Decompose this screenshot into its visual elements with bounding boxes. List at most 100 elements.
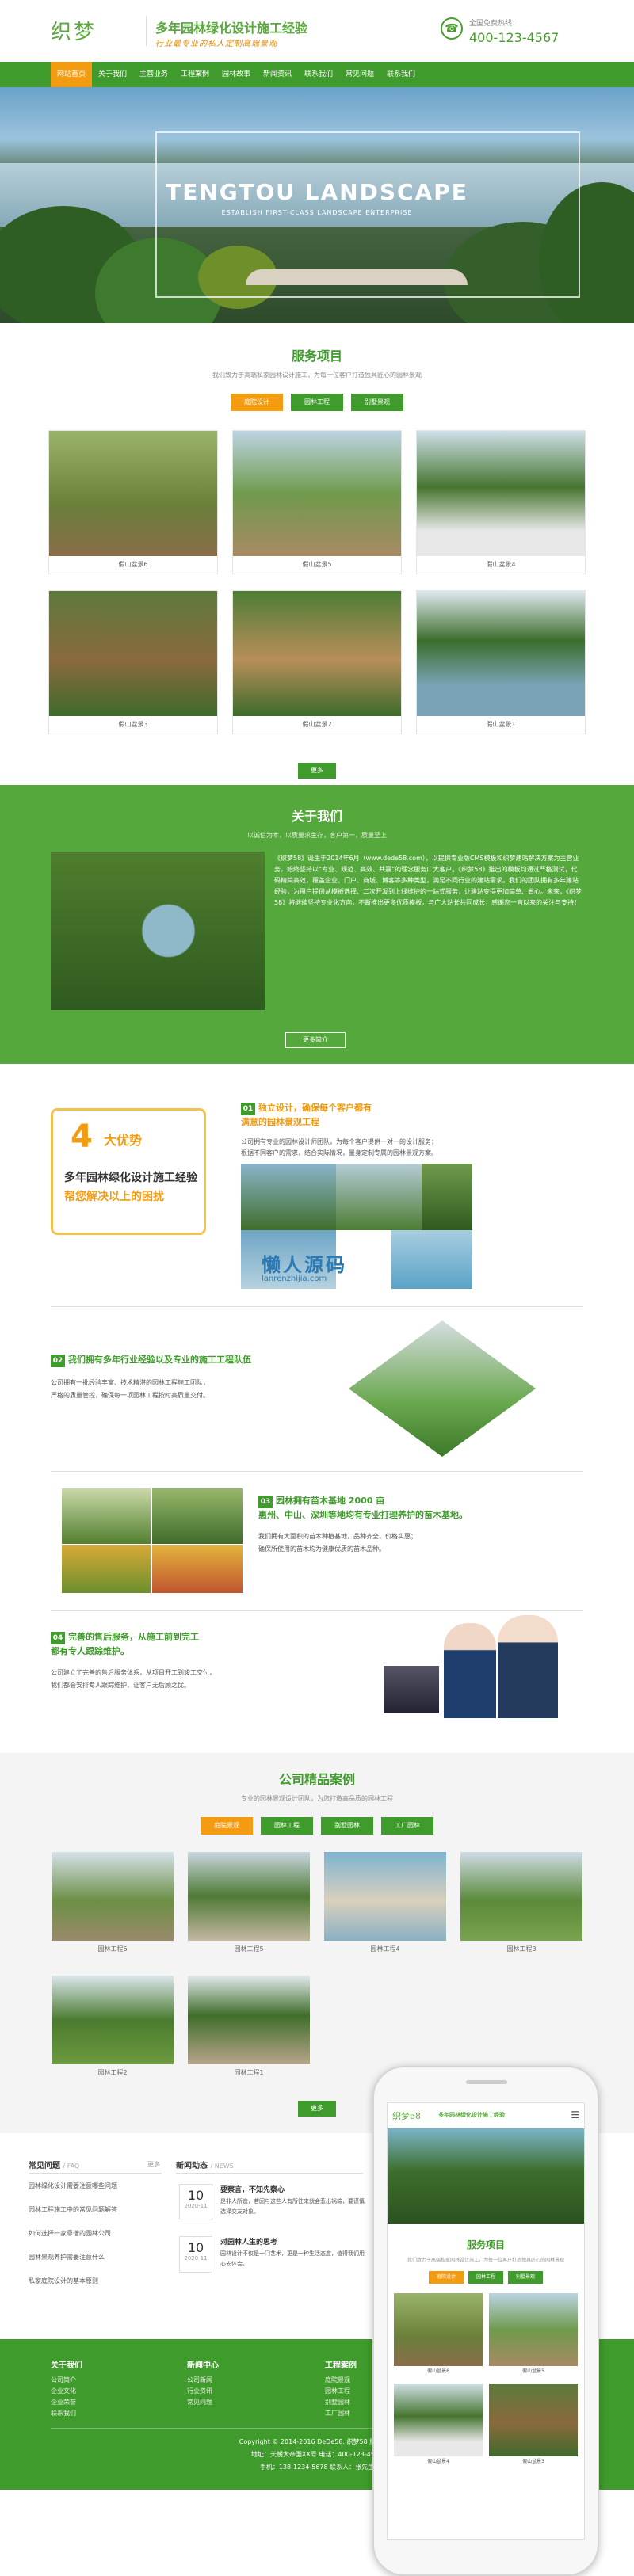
about-title: 关于我们 <box>291 809 342 824</box>
tab-villa-landscape[interactable]: 别墅景观 <box>351 394 403 411</box>
services-more-button[interactable]: 更多 <box>298 763 336 779</box>
footer-link[interactable]: 园林工程 <box>325 2387 350 2395</box>
footer-link[interactable]: 企业文化 <box>51 2387 76 2395</box>
case-caption: 园林工程3 <box>506 1945 537 1953</box>
case-card[interactable]: 园林工程6 <box>52 1852 174 1958</box>
footer-link[interactable]: 公司简介 <box>51 2376 76 2384</box>
advantage-photo <box>336 1164 422 1230</box>
advantage-head: 01 独立设计，确保每个客户都有 <box>241 1102 372 1115</box>
news-date: 10 2020-11 <box>179 2236 212 2273</box>
nav-item-contact-2[interactable]: 联系我们 <box>380 62 422 87</box>
service-image <box>49 591 217 716</box>
mobile-services-title: 服务项目 <box>466 2239 505 2250</box>
service-image <box>233 591 401 716</box>
service-card[interactable]: 假山盆景3 <box>48 590 218 734</box>
menu-icon[interactable]: ☰ <box>571 2109 579 2121</box>
badge-line-2: 帮您解决以上的困扰 <box>64 1191 164 1203</box>
news-headline[interactable]: 要察言，不知先察心 <box>220 2184 285 2194</box>
slogan-sub: 行业最专业的私人定制高端景观 <box>155 40 277 48</box>
advantage-line: 确保所使用的苗木均为健康优质的苗木品种。 <box>258 1545 385 1553</box>
mobile-tab[interactable]: 园林工程 <box>468 2271 503 2284</box>
mobile-card[interactable]: 假山盆景4 <box>394 2384 483 2467</box>
case-caption: 园林工程6 <box>97 1945 128 1953</box>
nav-item-cases[interactable]: 工程案例 <box>174 62 216 87</box>
service-card[interactable]: 假山盆景6 <box>48 430 218 574</box>
cases-desc: 专业的园林景观设计团队，为您打造高品质的园林工程 <box>241 1795 393 1802</box>
footer-link[interactable]: 别墅园林 <box>325 2398 350 2406</box>
mobile-slogan: 多年园林绿化设计施工经验 <box>438 2112 505 2118</box>
case-card[interactable]: 园林工程1 <box>188 1976 310 2082</box>
faq-more-link[interactable]: 更多 <box>147 2160 160 2169</box>
tab-villa[interactable]: 别墅园林 <box>321 1817 373 1835</box>
mobile-card-image <box>394 2384 483 2456</box>
footer-link[interactable]: 庭院景观 <box>325 2376 350 2384</box>
mobile-tab[interactable]: 庭院设计 <box>429 2271 464 2284</box>
nursery-photo <box>152 1488 243 1544</box>
faq-item[interactable]: 如何选择一家靠谱的园林公司 <box>29 2228 162 2239</box>
faq-item[interactable]: 园林景观养护需要注意什么 <box>29 2252 162 2262</box>
faq-item[interactable]: 园林绿化设计需要注意哪些问题 <box>29 2181 162 2191</box>
mobile-tab[interactable]: 别墅景观 <box>508 2271 543 2284</box>
advantage-head: 04 完善的售后服务，从施工前到完工 <box>51 1631 199 1644</box>
case-card[interactable]: 园林工程2 <box>52 1976 174 2082</box>
service-laptop-image <box>384 1666 439 1713</box>
mobile-tabs: 庭院设计 园林工程 别墅景观 <box>388 2271 584 2284</box>
footer-link[interactable]: 常见问题 <box>187 2398 212 2406</box>
mobile-card-caption: 假山盆景6 <box>427 2368 449 2374</box>
mobile-card-caption: 假山盆景5 <box>522 2368 544 2374</box>
cases-grid: 园林工程6 园林工程5 园林工程4 园林工程3 园林工程2 园林工程1 <box>52 1852 582 2082</box>
nav-item-business[interactable]: 主营业务 <box>133 62 174 87</box>
service-card[interactable]: 假山盆景5 <box>232 430 402 574</box>
service-staff-image <box>498 1615 558 1718</box>
service-caption: 假山盆景1 <box>486 721 516 728</box>
nav-item-stories[interactable]: 园林故事 <box>216 62 257 87</box>
service-caption: 假山盆景5 <box>302 561 332 568</box>
mobile-card-caption: 假山盆景4 <box>427 2459 449 2464</box>
service-card[interactable]: 假山盆景4 <box>416 430 586 574</box>
case-card[interactable]: 园林工程3 <box>460 1852 582 1958</box>
nav-item-news[interactable]: 新闻资讯 <box>257 62 298 87</box>
advantage-line: 公司拥有一批经验丰富、技术精湛的园林工程施工团队， <box>51 1379 209 1386</box>
service-card[interactable]: 假山盆景1 <box>416 590 586 734</box>
service-card[interactable]: 假山盆景2 <box>232 590 402 734</box>
nav-item-about[interactable]: 关于我们 <box>92 62 133 87</box>
tab-landscape-engineering[interactable]: 园林工程 <box>291 394 343 411</box>
mobile-preview: 织梦58 多年园林绿化设计施工经验 ☰ 服务项目 我们致力于高端私家园林设计施工… <box>372 2066 599 2576</box>
mobile-card[interactable]: 假山盆景5 <box>489 2293 578 2377</box>
mobile-card[interactable]: 假山盆景6 <box>394 2293 483 2377</box>
case-card[interactable]: 园林工程4 <box>324 1852 446 1958</box>
footer-link[interactable]: 企业荣誉 <box>51 2398 76 2406</box>
services-desc: 我们致力于高端私家园林设计施工，为每一位客户打造独具匠心的园林景观 <box>212 372 422 379</box>
case-card[interactable]: 园林工程5 <box>188 1852 310 1958</box>
nav-item-faq[interactable]: 常见问题 <box>339 62 380 87</box>
mobile-card[interactable]: 假山盆景3 <box>489 2384 578 2467</box>
advantage-number: 04 <box>51 1632 65 1644</box>
nav-item-home[interactable]: 网站首页 <box>51 62 92 87</box>
logo-divider <box>146 16 147 46</box>
footer-link[interactable]: 工厂园林 <box>325 2409 350 2418</box>
mobile-card-image <box>394 2293 483 2366</box>
about-more-button[interactable]: 更多简介 <box>285 1032 346 1048</box>
case-image <box>324 1852 446 1941</box>
tab-factory[interactable]: 工厂园林 <box>381 1817 433 1835</box>
cases-tabs: 庭院景观 园林工程 别墅园林 工厂园林 <box>0 1817 634 1835</box>
site-logo[interactable]: 织梦 <box>51 16 97 45</box>
news-headline[interactable]: 对园林人生的思考 <box>220 2236 277 2246</box>
cases-more-button[interactable]: 更多 <box>298 2101 336 2117</box>
footer-link[interactable]: 行业资讯 <box>187 2387 212 2395</box>
faq-title: 常见问题 / FAQ <box>29 2159 79 2170</box>
nav-item-contact[interactable]: 联系我们 <box>298 62 339 87</box>
phone-number: 400-123-4567 <box>469 30 560 45</box>
advantage-head: 02 我们拥有多年行业经验以及专业的施工工程队伍 <box>51 1354 251 1367</box>
tab-garden-design[interactable]: 庭院设计 <box>231 394 283 411</box>
case-caption: 园林工程5 <box>234 1945 264 1953</box>
faq-item[interactable]: 园林工程施工中的常见问题解答 <box>29 2204 162 2215</box>
tab-engineering[interactable]: 园林工程 <box>261 1817 313 1835</box>
about-desc: 以诚信为本，以质量求生存，客户第一，质量至上 <box>247 832 387 839</box>
advantage-subtitle: 惠州、中山、深圳等地均有专业打理养护的苗木基地。 <box>258 1510 468 1520</box>
footer-link[interactable]: 联系我们 <box>51 2409 76 2418</box>
footer-link[interactable]: 公司新闻 <box>187 2376 212 2384</box>
mobile-logo[interactable]: 织梦58 <box>392 2109 421 2122</box>
faq-item[interactable]: 私家庭院设计的基本原则 <box>29 2276 162 2286</box>
tab-courtyard[interactable]: 庭院景观 <box>201 1817 253 1835</box>
